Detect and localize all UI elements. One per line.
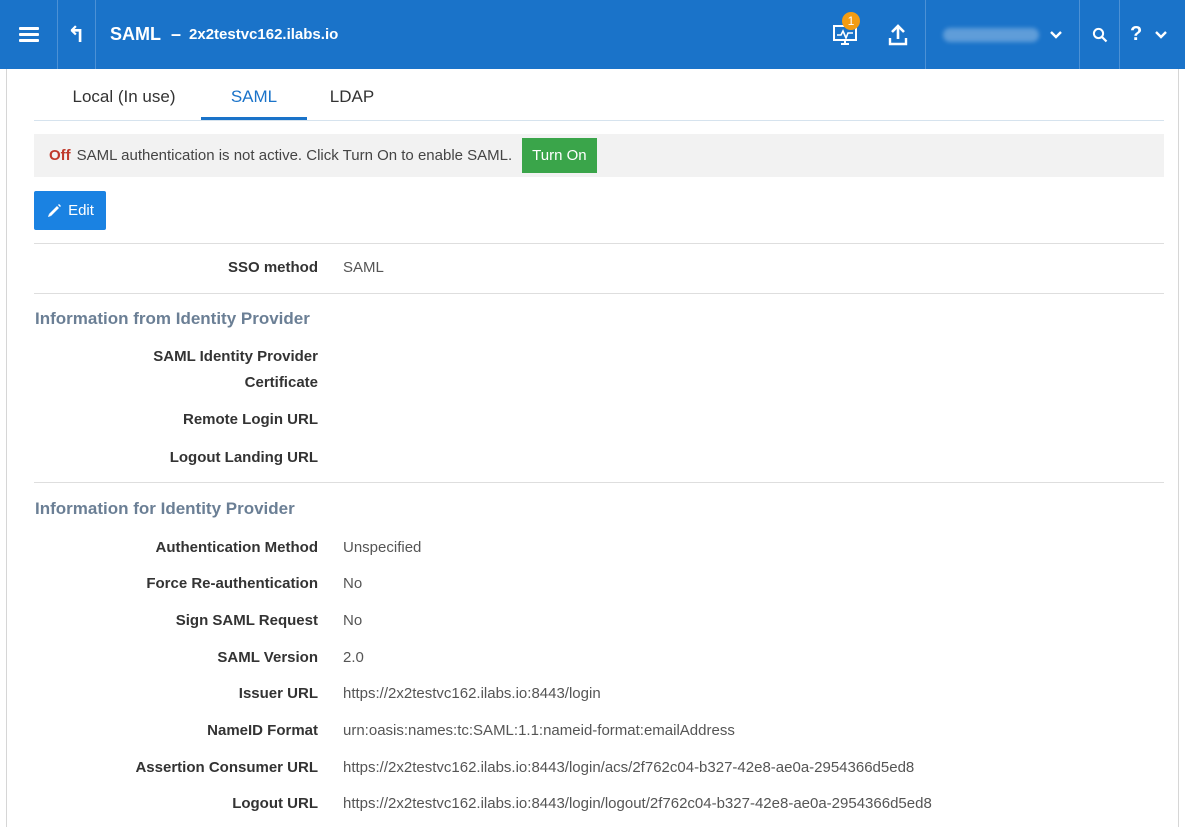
divider bbox=[34, 243, 1164, 244]
top-bar: ↰ SAML – 2x2testvc162.ilabs.io 1 ? bbox=[0, 0, 1185, 69]
nameid-format-value: urn:oasis:names:tc:SAML:1.1:nameid-forma… bbox=[343, 722, 735, 739]
force-reauth-value: No bbox=[343, 575, 363, 592]
remote-login-row: Remote Login URL bbox=[34, 411, 1164, 433]
monitor-button[interactable]: 1 bbox=[820, 0, 870, 69]
assertion-consumer-url-value: https://2x2testvc162.ilabs.io:8443/login… bbox=[343, 759, 915, 776]
edit-button-label: Edit bbox=[68, 202, 94, 219]
assertion-consumer-url-label: Assertion Consumer URL bbox=[135, 759, 318, 776]
section-heading-from-idp: Information from Identity Provider bbox=[35, 309, 310, 328]
search-button[interactable] bbox=[1080, 0, 1120, 69]
search-icon bbox=[1092, 27, 1107, 42]
logout-landing-label: Logout Landing URL bbox=[169, 449, 318, 466]
field-row: NameID Format urn:oasis:names:tc:SAML:1.… bbox=[34, 722, 1164, 744]
field-row: Sign SAML Request No bbox=[34, 612, 1164, 634]
field-row: SAML Version 2.0 bbox=[34, 649, 1164, 671]
section-heading-for-idp: Information for Identity Provider bbox=[35, 499, 295, 518]
page-title: SAML – 2x2testvc162.ilabs.io bbox=[110, 0, 338, 69]
divider bbox=[34, 293, 1164, 294]
status-state: Off bbox=[49, 147, 71, 164]
menu-button[interactable] bbox=[0, 0, 58, 69]
force-reauth-label: Force Re-authentication bbox=[146, 575, 318, 592]
user-menu[interactable] bbox=[926, 0, 1080, 69]
turn-on-button[interactable]: Turn On bbox=[522, 138, 597, 173]
chevron-down-icon bbox=[1049, 30, 1062, 39]
help-chevron-down-icon bbox=[1155, 30, 1168, 39]
pencil-icon bbox=[48, 203, 62, 217]
edit-button[interactable]: Edit bbox=[34, 191, 106, 230]
saml-version-value: 2.0 bbox=[343, 649, 364, 666]
sso-method-row: SSO method SAML bbox=[34, 259, 1164, 281]
field-row: Assertion Consumer URL https://2x2testvc… bbox=[34, 759, 1164, 781]
field-row: Force Re-authentication No bbox=[34, 575, 1164, 597]
idp-certificate-label: SAML Identity Provider Certificate bbox=[34, 344, 318, 396]
upload-button[interactable] bbox=[870, 0, 926, 69]
sign-saml-request-label: Sign SAML Request bbox=[175, 612, 318, 629]
sso-method-value: SAML bbox=[343, 259, 384, 276]
field-row: Authentication Method Unspecified bbox=[34, 539, 1164, 561]
issuer-url-label: Issuer URL bbox=[238, 685, 318, 702]
sign-saml-request-value: No bbox=[343, 612, 363, 629]
divider bbox=[34, 482, 1164, 483]
upload-icon bbox=[888, 23, 907, 45]
nameid-format-label: NameID Format bbox=[207, 722, 318, 739]
tab-ldap[interactable]: LDAP bbox=[313, 80, 391, 120]
hamburger-icon bbox=[18, 26, 39, 43]
saml-status-bar: Off SAML authentication is not active. C… bbox=[34, 134, 1164, 177]
saml-version-label: SAML Version bbox=[217, 649, 318, 666]
remote-login-label: Remote Login URL bbox=[183, 411, 318, 428]
issuer-url-value: https://2x2testvc162.ilabs.io:8443/login bbox=[343, 685, 601, 702]
authentication-method-label: Authentication Method bbox=[155, 539, 318, 556]
auth-tabs: Local (In use) SAML LDAP bbox=[34, 80, 1164, 121]
up-level-button[interactable]: ↰ bbox=[58, 0, 96, 69]
title-separator: – bbox=[171, 24, 182, 44]
logout-landing-row: Logout Landing URL bbox=[34, 449, 1164, 471]
help-icon: ? bbox=[1130, 23, 1143, 45]
tab-local[interactable]: Local (In use) bbox=[48, 80, 200, 120]
help-menu[interactable]: ? bbox=[1120, 0, 1185, 69]
app-title: SAML bbox=[110, 24, 161, 44]
user-name-redacted bbox=[942, 27, 1039, 42]
authentication-method-value: Unspecified bbox=[343, 539, 422, 556]
idp-certificate-label-line2: Certificate bbox=[244, 374, 318, 391]
field-row: Logout URL https://2x2testvc162.ilabs.io… bbox=[34, 795, 1164, 817]
logout-url-label: Logout URL bbox=[232, 795, 318, 812]
notification-badge: 1 bbox=[842, 12, 860, 30]
logout-url-value: https://2x2testvc162.ilabs.io:8443/login… bbox=[343, 795, 932, 812]
up-arrow-icon: ↰ bbox=[67, 21, 86, 47]
field-row: Issuer URL https://2x2testvc162.ilabs.io… bbox=[34, 685, 1164, 707]
tab-saml[interactable]: SAML bbox=[201, 80, 307, 120]
hostname: 2x2testvc162.ilabs.io bbox=[189, 26, 339, 43]
idp-certificate-label-line1: SAML Identity Provider bbox=[153, 348, 318, 365]
content-frame bbox=[6, 69, 1179, 827]
status-message: SAML authentication is not active. Click… bbox=[76, 147, 513, 164]
sso-method-label: SSO method bbox=[227, 259, 318, 276]
